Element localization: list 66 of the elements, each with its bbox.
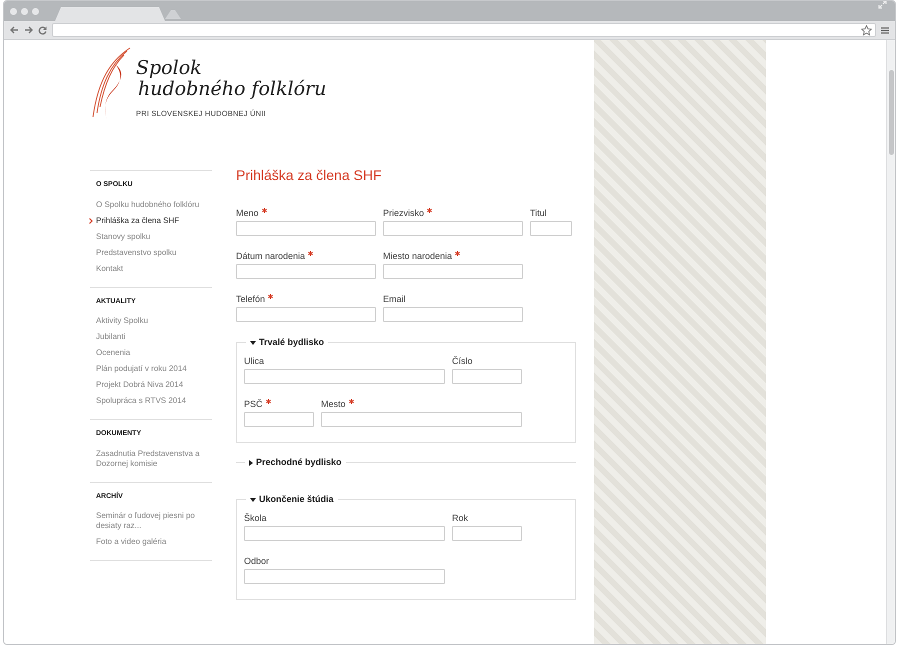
window-control-dot[interactable] [10, 8, 17, 14]
field-label: Rok [452, 513, 470, 524]
text-input-field[interactable] [383, 221, 523, 236]
text-input-field[interactable] [321, 412, 522, 427]
window-control-dot[interactable] [32, 8, 39, 14]
sidebar-link[interactable]: Prihláška za člena SHF [96, 212, 212, 228]
fieldset-toggle[interactable]: Trvalé bydlisko [246, 337, 328, 348]
field-label: Miesto narodenia [383, 251, 523, 262]
text-input-field[interactable] [383, 264, 523, 279]
scrollbar[interactable] [886, 40, 895, 644]
text-input-field[interactable] [244, 569, 445, 584]
text-input-field[interactable] [452, 369, 522, 384]
sidebar-link[interactable]: Stanovy spolku [96, 228, 212, 244]
sidebar-link[interactable]: Kontakt [96, 260, 212, 276]
text-input-field[interactable] [452, 526, 522, 541]
reload-icon[interactable] [38, 26, 47, 34]
sidebar-link[interactable]: Foto a video galéria [96, 534, 212, 550]
text-input-field[interactable] [236, 221, 376, 236]
sidebar-link[interactable]: Zasadnutia Predstavenstva a Dozornej komisie [96, 446, 212, 472]
field-label: Meno [236, 208, 376, 219]
field-label: Priezvisko [383, 208, 523, 219]
browser-tab[interactable] [55, 7, 165, 21]
caret-down-icon [250, 340, 256, 344]
star-icon[interactable] [861, 24, 872, 36]
field-label: Telefón [236, 294, 376, 305]
page-title: Prihláška za člena SHF [236, 166, 383, 185]
sidebar-link[interactable]: Seminár o ľudovej piesni po desiaty raz... [96, 508, 212, 534]
field-label: Email [383, 294, 407, 305]
logo-title: hudobného folklóru [138, 78, 326, 100]
fieldset-toggle[interactable]: Prechodné bydlisko [245, 457, 346, 468]
text-input-field[interactable] [236, 307, 376, 322]
field-label: PSČ [244, 399, 314, 410]
sidebar-link[interactable]: Projekt Dobrá Niva 2014 [96, 377, 212, 393]
text-input-field[interactable] [244, 526, 445, 541]
menu-icon[interactable] [881, 26, 889, 34]
fieldset-toggle[interactable]: Ukončenie štúdia [246, 494, 338, 505]
sidebar-link[interactable]: Ocenenia [96, 345, 212, 361]
sidebar-link[interactable]: Spolupráca s RTVS 2014 [96, 393, 212, 409]
chevron-icon [89, 218, 93, 224]
caret-right-icon [249, 460, 253, 466]
field-label: Mesto [321, 399, 522, 410]
field-label: Dátum narodenia [236, 251, 376, 262]
window-control-dot[interactable] [21, 8, 28, 14]
logo-swoosh-icon [90, 47, 132, 121]
sidebar-link[interactable]: Aktivity Spolku [96, 313, 212, 329]
text-input-field[interactable] [236, 264, 376, 279]
field-label: Odbor [244, 556, 270, 567]
sidebar-link[interactable]: Plán podujatí v roku 2014 [96, 361, 212, 377]
sidebar-link[interactable]: Predstavenstvo spolku [96, 244, 212, 260]
text-input-field[interactable] [383, 307, 523, 322]
sidebar-link[interactable]: O Spolku hudobného folklóru [96, 196, 212, 212]
caret-down-icon [250, 498, 256, 502]
back-icon[interactable] [10, 26, 19, 34]
fullscreen-icon[interactable] [878, 1, 887, 10]
logo-title: Spolok [136, 58, 203, 79]
text-input-field[interactable] [530, 221, 572, 236]
forward-icon[interactable] [24, 26, 33, 34]
field-label: Titul [530, 208, 548, 219]
field-label: Škola [244, 513, 268, 524]
browser-tab[interactable] [165, 10, 181, 19]
field-label: Číslo [452, 356, 474, 367]
text-input-field[interactable] [244, 369, 445, 384]
text-input-field[interactable] [244, 412, 314, 427]
scrollbar-thumb[interactable] [889, 70, 894, 155]
field-label: Ulica [244, 356, 266, 367]
sidebar-link[interactable]: Jubilanti [96, 329, 212, 345]
